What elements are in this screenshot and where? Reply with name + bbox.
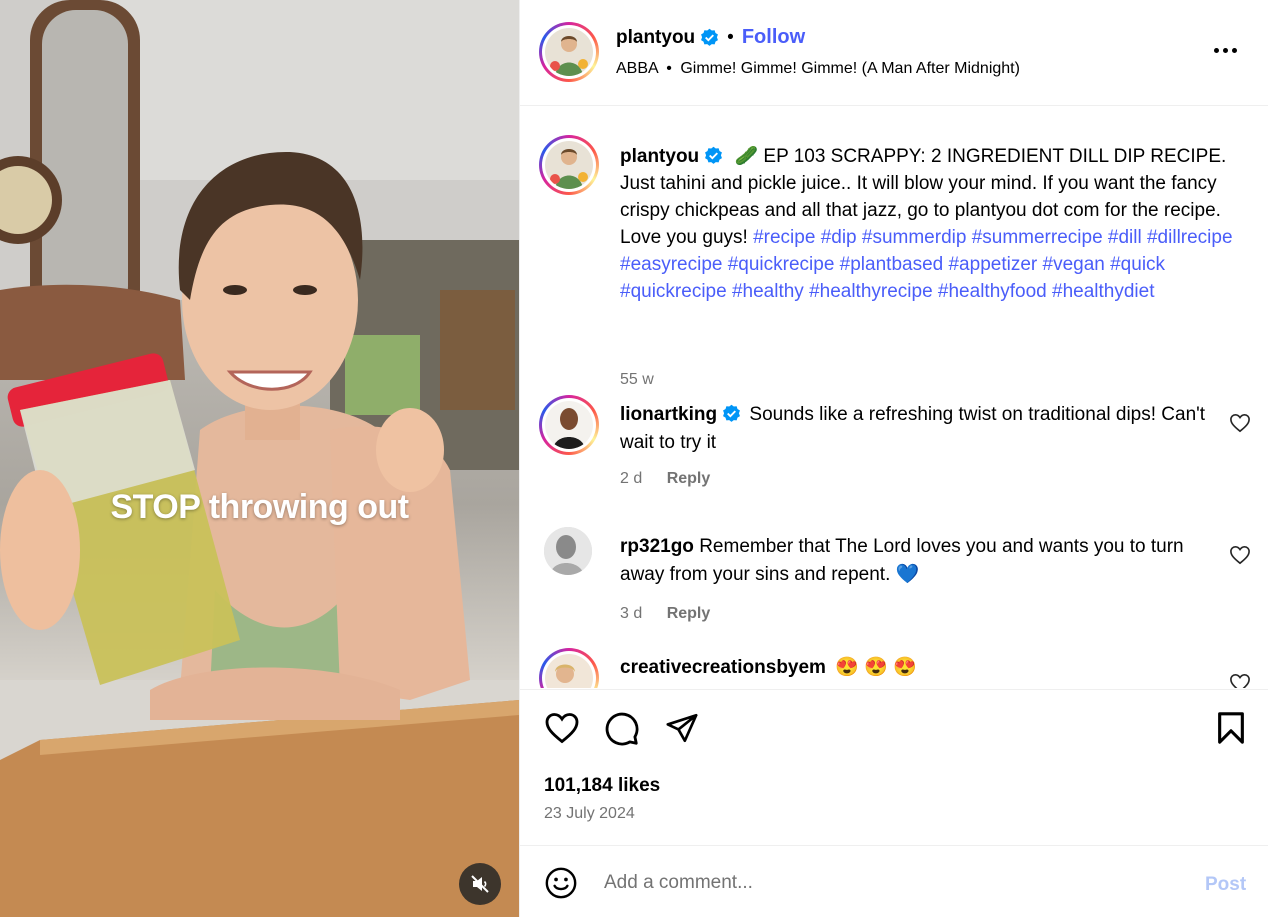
comment-age[interactable]: 2 d bbox=[620, 470, 642, 487]
reply-button[interactable]: Reply bbox=[667, 470, 711, 487]
emoji-picker-icon[interactable] bbox=[544, 866, 578, 900]
post-actions: 101,184 likes 23 July 2024 bbox=[520, 689, 1268, 845]
comments-list[interactable]: plantyou 🥒 EP 103 SCRAPPY: 2 INGREDIENT … bbox=[520, 107, 1268, 688]
muted-speaker-icon bbox=[471, 875, 489, 893]
comment-body: lionartking Sounds like a refreshing twi… bbox=[620, 401, 1220, 457]
reel-video[interactable]: STOP throwing out bbox=[0, 0, 519, 917]
verified-badge-icon bbox=[723, 404, 741, 422]
audio-artist: ABBA bbox=[616, 60, 658, 77]
add-comment-bar: Post bbox=[520, 845, 1268, 917]
comment-text: 😍 😍 😍 bbox=[835, 657, 917, 678]
follow-button[interactable]: Follow bbox=[742, 26, 805, 49]
like-comment-heart-icon[interactable] bbox=[1229, 673, 1251, 688]
caption-author-avatar[interactable] bbox=[539, 135, 599, 195]
more-options-icon[interactable] bbox=[1214, 40, 1242, 60]
share-paper-plane-icon[interactable] bbox=[664, 711, 700, 745]
author-avatar[interactable] bbox=[539, 22, 599, 82]
comment-meta: 2 d Reply bbox=[620, 470, 710, 488]
commenter-avatar-image bbox=[545, 401, 593, 449]
caption-avatar-image bbox=[545, 141, 593, 189]
like-heart-icon[interactable] bbox=[544, 711, 580, 745]
post-details-panel: plantyou • Follow ABBA • Gimme! Gimme! G… bbox=[519, 0, 1268, 917]
like-comment-heart-icon[interactable] bbox=[1229, 413, 1251, 433]
comment-text: Remember that The Lord loves you and wan… bbox=[620, 536, 1184, 585]
commenter-avatar-image bbox=[545, 654, 593, 688]
separator-dot: • bbox=[727, 26, 734, 48]
commenter-username[interactable]: lionartking bbox=[620, 404, 717, 425]
audio-attribution[interactable]: ABBA • Gimme! Gimme! Gimme! (A Man After… bbox=[616, 60, 1020, 78]
post-date[interactable]: 23 July 2024 bbox=[544, 805, 635, 823]
post-comment-button[interactable]: Post bbox=[1205, 874, 1246, 896]
comment-age[interactable]: 3 d bbox=[620, 605, 642, 622]
commenter-username[interactable]: rp321go bbox=[620, 536, 694, 557]
commenter-avatar[interactable] bbox=[544, 527, 592, 575]
commenter-avatar[interactable] bbox=[539, 648, 599, 688]
verified-badge-icon bbox=[701, 28, 719, 46]
mute-button[interactable] bbox=[459, 863, 501, 905]
caption-emoji: 🥒 bbox=[734, 146, 759, 167]
save-bookmark-icon[interactable] bbox=[1216, 711, 1246, 745]
like-count[interactable]: 101,184 likes bbox=[544, 775, 660, 797]
comment-meta: 3 d Reply bbox=[620, 605, 710, 623]
header-title-row: plantyou • Follow bbox=[616, 26, 805, 49]
audio-title: Gimme! Gimme! Gimme! (A Man After Midnig… bbox=[680, 60, 1020, 77]
like-comment-heart-icon[interactable] bbox=[1229, 545, 1251, 565]
video-frame bbox=[0, 0, 519, 917]
audio-separator: • bbox=[666, 60, 672, 77]
caption-username[interactable]: plantyou bbox=[620, 146, 699, 167]
commenter-avatar[interactable] bbox=[539, 395, 599, 455]
video-overlay-caption: STOP throwing out bbox=[110, 488, 409, 526]
verified-badge-icon bbox=[705, 146, 723, 164]
comment-bubble-icon[interactable] bbox=[604, 711, 640, 747]
author-avatar-image bbox=[545, 28, 593, 76]
comment-body: creativecreationsbyem 😍 😍 😍 bbox=[620, 654, 1220, 682]
author-username[interactable]: plantyou bbox=[616, 27, 695, 49]
caption-timestamp[interactable]: 55 w bbox=[620, 371, 654, 389]
comment-body: rp321go Remember that The Lord loves you… bbox=[620, 533, 1220, 589]
post-header: plantyou • Follow ABBA • Gimme! Gimme! G… bbox=[520, 0, 1268, 106]
commenter-avatar-image bbox=[544, 527, 592, 575]
caption-text-block: plantyou 🥒 EP 103 SCRAPPY: 2 INGREDIENT … bbox=[620, 143, 1250, 305]
reply-button[interactable]: Reply bbox=[667, 605, 711, 622]
commenter-username[interactable]: creativecreationsbyem bbox=[620, 657, 826, 678]
comment-input[interactable] bbox=[604, 866, 1164, 900]
